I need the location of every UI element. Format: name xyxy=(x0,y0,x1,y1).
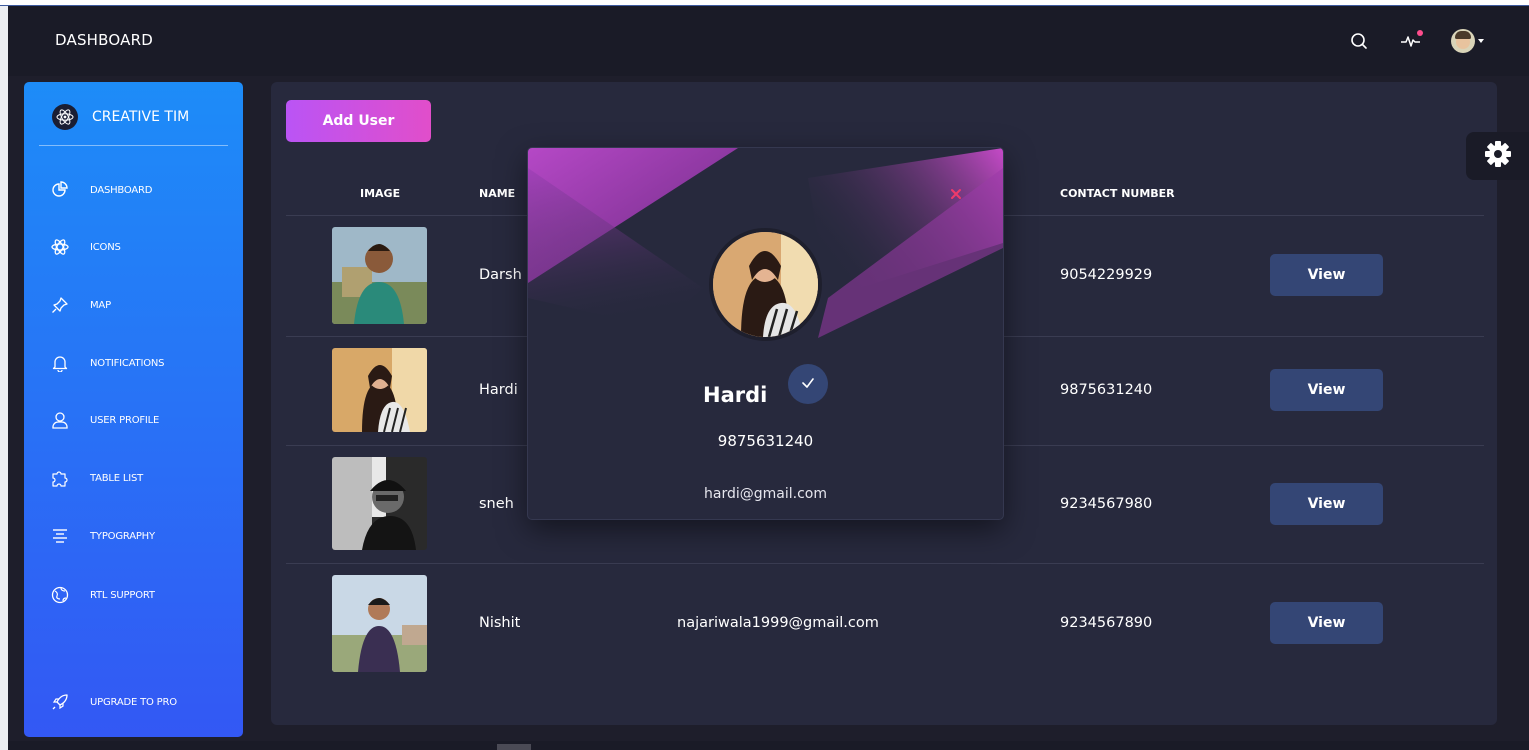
sidebar-logo[interactable]: CREATIVE TIM xyxy=(52,104,189,130)
avatar xyxy=(1451,29,1475,53)
check-icon xyxy=(801,375,815,394)
modal-avatar xyxy=(709,228,822,341)
sidebar-item-user-profile[interactable]: USER PROFILE xyxy=(50,407,159,433)
user-contact: 9875631240 xyxy=(1060,382,1153,398)
sidebar-logo-text: CREATIVE TIM xyxy=(92,109,190,125)
activity-icon[interactable] xyxy=(1399,29,1423,53)
close-icon[interactable] xyxy=(948,186,964,202)
sidebar-item-upgrade[interactable]: UPGRADE TO PRO xyxy=(50,689,177,715)
sidebar-item-label: USER PROFILE xyxy=(90,414,160,426)
align-center-icon xyxy=(50,526,70,546)
user-name: Darsh xyxy=(479,267,522,283)
user-menu[interactable] xyxy=(1451,29,1484,53)
user-name: Nishit xyxy=(479,615,521,631)
bell-icon xyxy=(50,353,70,373)
atom-icon xyxy=(50,237,70,257)
table-divider xyxy=(286,563,1484,564)
user-detail-modal: Hardi 9875631240 hardi@gmail.com xyxy=(528,148,1003,519)
column-header-contact: CONTACT NUMBER xyxy=(1060,187,1175,200)
sidebar-item-dashboard[interactable]: DASHBOARD xyxy=(50,177,153,203)
column-header-name: NAME xyxy=(479,187,516,200)
user-photo xyxy=(332,227,427,324)
user-photo xyxy=(332,348,427,432)
window-left-border xyxy=(0,6,8,750)
modal-user-name: Hardi xyxy=(703,383,768,407)
modal-phone: 9875631240 xyxy=(717,432,814,450)
pin-icon xyxy=(50,295,70,315)
rocket-icon xyxy=(50,692,70,712)
view-button[interactable]: View xyxy=(1270,369,1383,411)
user-contact: 9054229929 xyxy=(1060,267,1153,283)
sidebar-item-label: MAP xyxy=(90,299,111,311)
search-icon[interactable] xyxy=(1347,29,1371,53)
sidebar-item-rtl-support[interactable]: RTL SUPPORT xyxy=(50,582,155,608)
chart-pie-icon xyxy=(50,180,70,200)
user-email: najariwala1999@gmail.com xyxy=(677,615,879,631)
sidebar-item-label: NOTIFICATIONS xyxy=(90,357,165,369)
settings-toggle[interactable] xyxy=(1466,132,1529,180)
navbar-actions xyxy=(1347,26,1484,56)
notification-dot xyxy=(1417,30,1423,36)
user-photo xyxy=(332,575,427,672)
sidebar-item-label: TYPOGRAPHY xyxy=(90,530,155,542)
chevron-down-icon xyxy=(1478,39,1484,43)
user-contact: 9234567890 xyxy=(1060,615,1153,631)
sidebar-item-icons[interactable]: ICONS xyxy=(50,234,121,260)
sidebar-item-map[interactable]: MAP xyxy=(50,292,111,318)
navbar-brand[interactable]: DASHBOARD xyxy=(55,31,153,49)
view-button[interactable]: View xyxy=(1270,483,1383,525)
sidebar: CREATIVE TIM DASHBOARD ICONS MAP NOTIFIC… xyxy=(24,82,243,737)
user-name: sneh xyxy=(479,496,514,512)
sidebar-item-typography[interactable]: TYPOGRAPHY xyxy=(50,523,155,549)
sidebar-item-table-list[interactable]: TABLE LIST xyxy=(50,465,143,491)
sidebar-divider xyxy=(39,145,228,146)
user-photo xyxy=(332,457,427,550)
view-button[interactable]: View xyxy=(1270,254,1383,296)
sidebar-item-label: DASHBOARD xyxy=(90,184,153,196)
user-icon xyxy=(50,410,70,430)
sidebar-item-label: ICONS xyxy=(90,241,121,253)
world-icon xyxy=(50,585,70,605)
taskbar-fragment xyxy=(497,744,531,750)
verified-badge xyxy=(788,364,828,404)
bottom-strip xyxy=(8,741,1529,750)
puzzle-icon xyxy=(50,468,70,488)
react-logo-icon xyxy=(52,104,78,130)
navbar: DASHBOARD xyxy=(8,6,1529,76)
gear-icon xyxy=(1483,139,1513,173)
user-name: Hardi xyxy=(479,382,518,398)
modal-email: hardi@gmail.com xyxy=(704,486,827,502)
sidebar-item-label: TABLE LIST xyxy=(90,472,144,484)
view-button[interactable]: View xyxy=(1270,602,1383,644)
user-contact: 9234567980 xyxy=(1060,496,1153,512)
column-header-image: IMAGE xyxy=(360,187,401,200)
sidebar-upgrade-label: UPGRADE TO PRO xyxy=(90,696,177,708)
add-user-button[interactable]: Add User xyxy=(286,100,431,142)
sidebar-item-label: RTL SUPPORT xyxy=(90,589,155,601)
sidebar-item-notifications[interactable]: NOTIFICATIONS xyxy=(50,350,165,376)
